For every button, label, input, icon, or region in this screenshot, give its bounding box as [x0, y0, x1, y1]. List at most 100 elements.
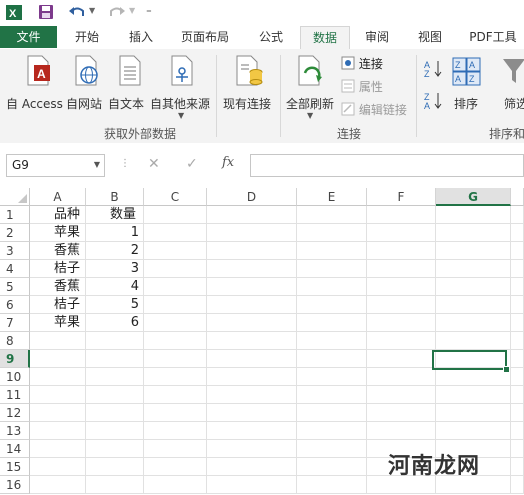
cell-c2[interactable]: [144, 224, 207, 242]
cell-b5[interactable]: 4: [86, 278, 144, 296]
insert-function-icon[interactable]: fx: [222, 155, 234, 170]
row-header-9[interactable]: 9: [0, 350, 30, 368]
cell-a7[interactable]: 苹果: [30, 314, 86, 332]
cell-b13[interactable]: [86, 422, 144, 440]
cell-a9[interactable]: [30, 350, 86, 368]
row-header-3[interactable]: 3: [0, 242, 30, 260]
cell-f11[interactable]: [367, 386, 436, 404]
cell-a13[interactable]: [30, 422, 86, 440]
cell-c10[interactable]: [144, 368, 207, 386]
cell-g10[interactable]: [436, 368, 511, 386]
cell-e15[interactable]: [297, 458, 367, 476]
row-header-1[interactable]: 1: [0, 206, 30, 224]
column-header-d[interactable]: D: [207, 188, 297, 206]
tab-view[interactable]: 视图: [407, 26, 453, 48]
cell-d4[interactable]: [207, 260, 297, 278]
cell-partial[interactable]: [511, 458, 524, 476]
cell-a12[interactable]: [30, 404, 86, 422]
properties-button[interactable]: 属性: [341, 78, 383, 96]
cell-partial[interactable]: [511, 404, 524, 422]
tab-insert[interactable]: 插入: [118, 26, 164, 48]
cell-g12[interactable]: [436, 404, 511, 422]
cell-a5[interactable]: 香蕉: [30, 278, 86, 296]
cell-f1[interactable]: [367, 206, 436, 224]
cell-partial[interactable]: [511, 368, 524, 386]
cell-c3[interactable]: [144, 242, 207, 260]
tab-pdf-tools[interactable]: PDF工具: [462, 26, 524, 48]
cell-b9[interactable]: [86, 350, 144, 368]
row-header-11[interactable]: 11: [0, 386, 30, 404]
column-header-partial[interactable]: [511, 188, 524, 206]
sort-descending-button[interactable]: Z A: [424, 91, 444, 111]
cell-partial[interactable]: [511, 332, 524, 350]
cell-e1[interactable]: [297, 206, 367, 224]
cell-partial[interactable]: [511, 440, 524, 458]
cell-e9[interactable]: [297, 350, 367, 368]
tab-data[interactable]: 数据: [300, 26, 350, 50]
row-header-15[interactable]: 15: [0, 458, 30, 476]
cell-d7[interactable]: [207, 314, 297, 332]
cell-partial[interactable]: [511, 296, 524, 314]
cell-e5[interactable]: [297, 278, 367, 296]
cell-b10[interactable]: [86, 368, 144, 386]
cell-c16[interactable]: [144, 476, 207, 494]
cell-g3[interactable]: [436, 242, 511, 260]
cell-partial[interactable]: [511, 386, 524, 404]
select-all-corner[interactable]: [0, 188, 30, 206]
cell-b16[interactable]: [86, 476, 144, 494]
existing-connections-button[interactable]: 现有连接: [220, 55, 276, 119]
cell-c7[interactable]: [144, 314, 207, 332]
cell-d16[interactable]: [207, 476, 297, 494]
cell-g13[interactable]: [436, 422, 511, 440]
from-web-button[interactable]: 自网站: [66, 55, 106, 119]
cell-c6[interactable]: [144, 296, 207, 314]
formula-input[interactable]: [250, 154, 524, 177]
cell-b4[interactable]: 3: [86, 260, 144, 278]
cell-d12[interactable]: [207, 404, 297, 422]
tab-file[interactable]: 文件: [0, 26, 57, 48]
tab-home[interactable]: 开始: [64, 26, 110, 48]
cell-e10[interactable]: [297, 368, 367, 386]
cell-a15[interactable]: [30, 458, 86, 476]
row-header-12[interactable]: 12: [0, 404, 30, 422]
row-header-5[interactable]: 5: [0, 278, 30, 296]
cell-a6[interactable]: 桔子: [30, 296, 86, 314]
redo-dropdown-icon[interactable]: ▼: [129, 6, 135, 15]
tab-review[interactable]: 审阅: [354, 26, 400, 48]
cell-f5[interactable]: [367, 278, 436, 296]
cell-d13[interactable]: [207, 422, 297, 440]
row-header-16[interactable]: 16: [0, 476, 30, 494]
row-header-13[interactable]: 13: [0, 422, 30, 440]
from-other-sources-button[interactable]: 自其他来源 ▼: [150, 55, 212, 120]
cell-partial[interactable]: [511, 242, 524, 260]
row-header-8[interactable]: 8: [0, 332, 30, 350]
cell-e13[interactable]: [297, 422, 367, 440]
cell-partial[interactable]: [511, 476, 524, 494]
cell-e16[interactable]: [297, 476, 367, 494]
cell-a10[interactable]: [30, 368, 86, 386]
cancel-entry-icon[interactable]: ✕: [148, 156, 160, 172]
cell-d5[interactable]: [207, 278, 297, 296]
column-header-c[interactable]: C: [144, 188, 207, 206]
cell-partial[interactable]: [511, 314, 524, 332]
cell-f4[interactable]: [367, 260, 436, 278]
cell-partial[interactable]: [511, 206, 524, 224]
cell-c13[interactable]: [144, 422, 207, 440]
cell-partial[interactable]: [511, 350, 524, 368]
cell-c8[interactable]: [144, 332, 207, 350]
cell-b1[interactable]: 数量: [86, 206, 144, 224]
cell-b6[interactable]: 5: [86, 296, 144, 314]
cell-a4[interactable]: 桔子: [30, 260, 86, 278]
column-header-a[interactable]: A: [30, 188, 86, 206]
cell-d10[interactable]: [207, 368, 297, 386]
cell-b11[interactable]: [86, 386, 144, 404]
cell-e2[interactable]: [297, 224, 367, 242]
tab-page-layout[interactable]: 页面布局: [172, 26, 238, 48]
cell-a14[interactable]: [30, 440, 86, 458]
cell-b14[interactable]: [86, 440, 144, 458]
name-box[interactable]: G9 ▼: [6, 154, 105, 177]
excel-logo-icon[interactable]: X: [6, 4, 24, 20]
cell-a11[interactable]: [30, 386, 86, 404]
column-header-b[interactable]: B: [86, 188, 144, 206]
sort-ascending-button[interactable]: A Z: [424, 59, 444, 79]
